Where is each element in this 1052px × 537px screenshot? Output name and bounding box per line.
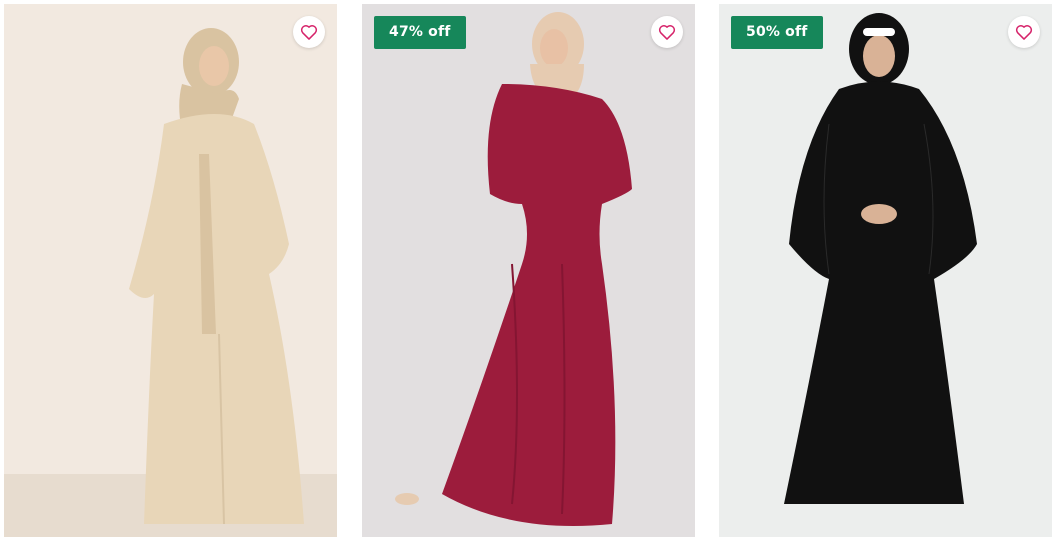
product-image[interactable] bbox=[719, 4, 1052, 537]
wishlist-button[interactable] bbox=[293, 16, 325, 48]
heart-outline-icon bbox=[1015, 25, 1033, 40]
product-card[interactable] bbox=[4, 4, 337, 537]
heart-outline-icon bbox=[658, 25, 676, 40]
wishlist-button[interactable] bbox=[651, 16, 683, 48]
product-image[interactable] bbox=[4, 4, 337, 537]
wishlist-button[interactable] bbox=[1008, 16, 1040, 48]
discount-badge: 47% off bbox=[374, 16, 466, 49]
product-grid: 47% off 50% off bbox=[0, 0, 1052, 537]
product-image[interactable] bbox=[362, 4, 695, 537]
heart-outline-icon bbox=[300, 25, 318, 40]
discount-badge: 50% off bbox=[731, 16, 823, 49]
product-card[interactable]: 47% off bbox=[362, 4, 695, 537]
product-card[interactable]: 50% off bbox=[719, 4, 1052, 537]
